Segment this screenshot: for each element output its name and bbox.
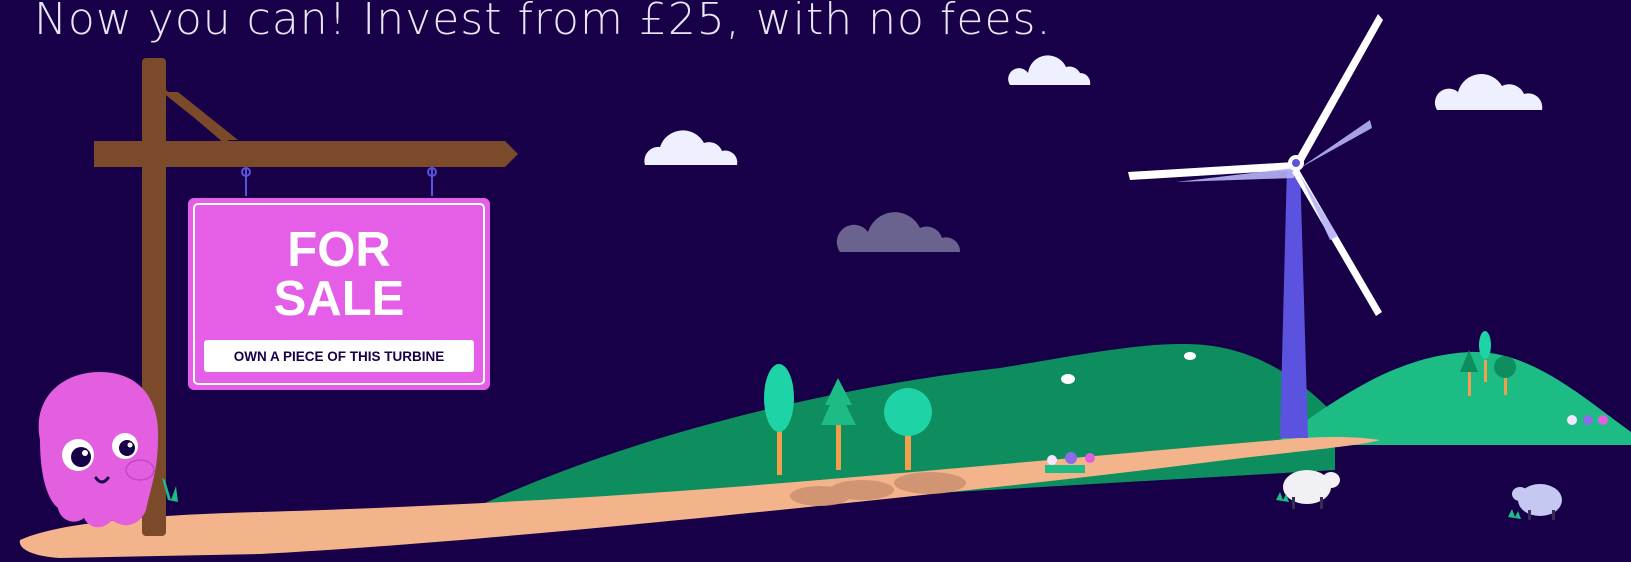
banner: Now you can! Invest from £25, with no fe… — [0, 0, 1631, 562]
sheep-icon — [1276, 470, 1340, 509]
cloud-icon — [1434, 74, 1543, 110]
sign-title-line2: SALE — [274, 272, 405, 326]
cloud-icon — [836, 212, 961, 252]
flower-icon — [1565, 415, 1608, 433]
cloud-icon — [644, 130, 738, 165]
illustration-scene: FOR SALE OWN A PIECE OF THIS TURBINE — [19, 14, 1631, 558]
sheep-icon — [1508, 484, 1562, 520]
cloud-icon — [1008, 55, 1091, 85]
for-sale-sign: FOR SALE OWN A PIECE OF THIS TURBINE — [188, 198, 490, 390]
sign-subtitle: OWN A PIECE OF THIS TURBINE — [234, 349, 445, 364]
sign-title-line1: FOR — [287, 223, 390, 277]
